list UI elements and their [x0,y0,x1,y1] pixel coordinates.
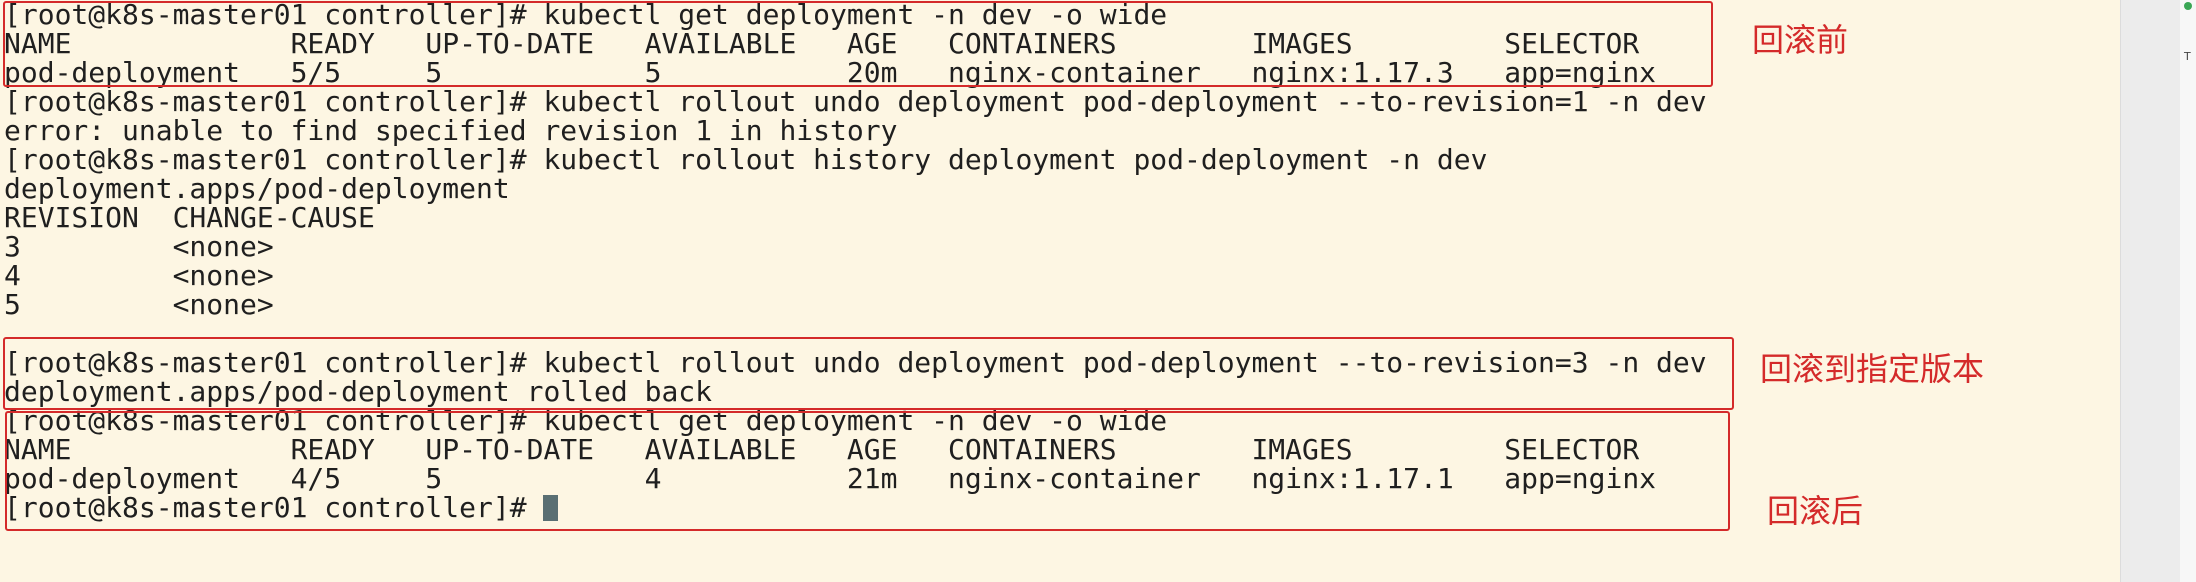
annotation-after-label: 回滚后 [1767,492,1864,530]
annotation-box-before [3,1,1713,87]
terminal-line-history-row: 5 <none> [4,288,274,321]
annotation-before-label: 回滚前 [1752,21,1849,59]
side-text-icon: T [2184,50,2191,63]
terminal-line-history-resource: deployment.apps/pod-deployment [4,172,510,205]
terminal-line-history-row: 3 <none> [4,230,274,263]
terminal-line-error: error: unable to find specified revision… [4,114,898,147]
annotation-box-to-revision [3,337,1734,410]
terminal-line-command-undo-revision-1: [root@k8s-master01 controller]# kubectl … [4,85,1707,118]
status-dot-icon [2184,2,2192,10]
annotation-box-after [5,411,1730,531]
side-scroll-strip[interactable] [2180,0,2196,582]
annotation-to-revision-label: 回滚到指定版本 [1760,350,1985,388]
terminal-line-command-history: [root@k8s-master01 controller]# kubectl … [4,143,1488,176]
terminal-window[interactable]: [root@k8s-master01 controller]# kubectl … [0,0,2120,582]
terminal-line-history-header: REVISION CHANGE-CAUSE [4,201,375,234]
terminal-line-history-row: 4 <none> [4,259,274,292]
